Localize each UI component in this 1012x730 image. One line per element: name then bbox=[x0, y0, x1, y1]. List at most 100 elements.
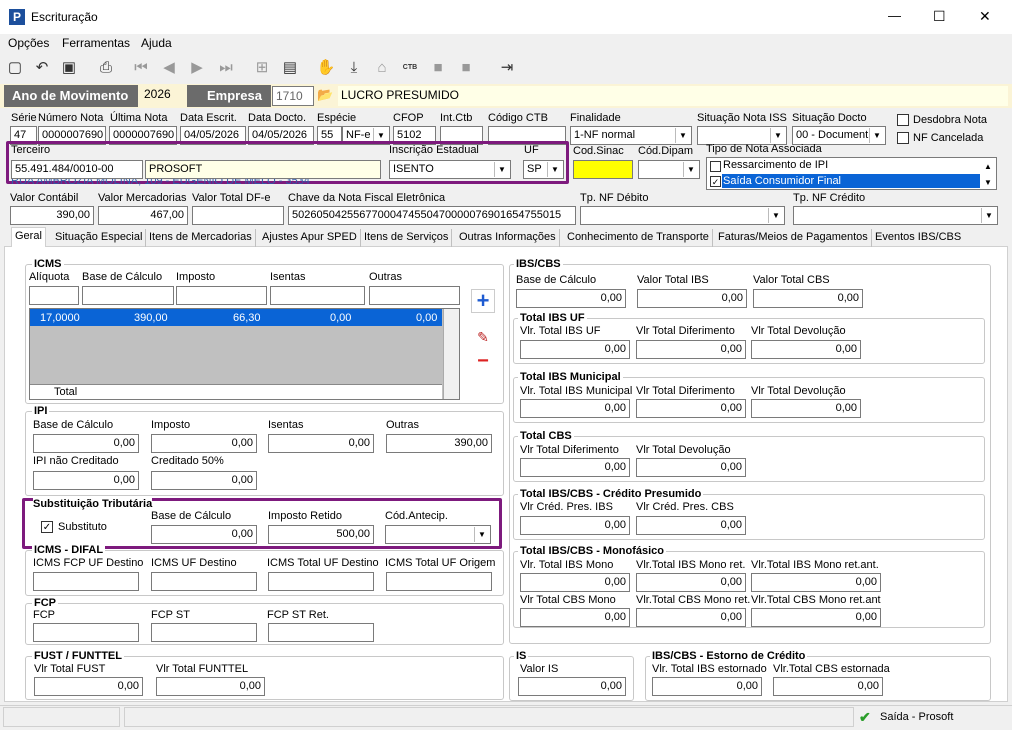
ressarcimento-checkbox[interactable] bbox=[710, 161, 721, 172]
empresa-code[interactable]: 1710 bbox=[272, 86, 314, 106]
mono-i3[interactable]: 0,00 bbox=[751, 573, 881, 592]
stop2-icon[interactable]: ■ bbox=[456, 58, 476, 78]
coddipam-select[interactable]: ▼ bbox=[638, 160, 700, 179]
fust-i1[interactable]: 0,00 bbox=[34, 677, 143, 696]
st-base-input[interactable]: 0,00 bbox=[151, 525, 257, 544]
ibs-uf-i3[interactable]: 0,00 bbox=[751, 340, 861, 359]
difal-i4[interactable] bbox=[386, 572, 492, 591]
ctb-icon[interactable]: CTB bbox=[400, 58, 420, 78]
chevron-down-icon[interactable]: ▼ bbox=[768, 208, 783, 223]
st-antecip-select[interactable]: ▼ bbox=[385, 525, 491, 544]
preview-icon[interactable]: ⎙ bbox=[96, 58, 116, 78]
difal-i2[interactable] bbox=[151, 572, 257, 591]
hand-icon[interactable]: ✋ bbox=[316, 58, 336, 78]
last-icon[interactable]: ⏭ bbox=[216, 58, 236, 78]
finalidade-select[interactable]: 1-NF normal ▼ bbox=[570, 126, 692, 145]
ibscbs-base-input[interactable]: 0,00 bbox=[516, 289, 626, 308]
uf-select[interactable]: SP ▼ bbox=[523, 160, 564, 179]
remove-icon[interactable]: − bbox=[471, 351, 495, 371]
chave-input[interactable]: 5026050425567700047455047000007690165475… bbox=[288, 206, 576, 225]
folder-icon[interactable]: 📂 bbox=[317, 87, 335, 105]
save-icon[interactable]: ▣ bbox=[59, 58, 79, 78]
pres-i2[interactable]: 0,00 bbox=[636, 516, 746, 535]
ibs-uf-i1[interactable]: 0,00 bbox=[520, 340, 630, 359]
mono-i5[interactable]: 0,00 bbox=[636, 608, 746, 627]
ipi-base-input[interactable]: 0,00 bbox=[33, 434, 139, 453]
icms-isentas-input[interactable] bbox=[270, 286, 365, 305]
ipi-outras-input[interactable]: 390,00 bbox=[386, 434, 492, 453]
tab-outras-informacoes[interactable]: Outras Informações bbox=[456, 229, 560, 247]
exit-icon[interactable]: ⇥ bbox=[497, 58, 517, 78]
chevron-down-icon[interactable]: ▼ bbox=[675, 128, 690, 143]
tab-faturas[interactable]: Faturas/Meios de Pagamentos bbox=[715, 229, 872, 247]
ibscbs-cbs-input[interactable]: 0,00 bbox=[753, 289, 863, 308]
stop-icon[interactable]: ■ bbox=[428, 58, 448, 78]
icms-base-input[interactable] bbox=[82, 286, 174, 305]
ipi-naocred-input[interactable]: 0,00 bbox=[33, 471, 139, 490]
terceiro-cnpj[interactable]: 55.491.484/0010-00 bbox=[11, 160, 143, 179]
aliquota-input[interactable] bbox=[29, 286, 79, 305]
next-icon[interactable]: ▶ bbox=[187, 58, 207, 78]
valor-dfe-input[interactable] bbox=[192, 206, 284, 225]
chevron-down-icon[interactable]: ▼ bbox=[547, 162, 562, 177]
nfcancelada-checkbox[interactable] bbox=[897, 132, 909, 144]
menu-ajuda[interactable]: Ajuda bbox=[141, 36, 172, 50]
edit-icon[interactable]: ✎ bbox=[471, 329, 495, 349]
close-button[interactable]: ✕ bbox=[979, 8, 991, 25]
tpcredito-select[interactable]: ▼ bbox=[793, 206, 998, 225]
chevron-down-icon[interactable]: ▼ bbox=[770, 128, 785, 143]
ibs-mun-i2[interactable]: 0,00 bbox=[636, 399, 746, 418]
ipi-isentas-input[interactable]: 0,00 bbox=[268, 434, 374, 453]
difal-i1[interactable] bbox=[33, 572, 139, 591]
ie-select[interactable]: ISENTO ▼ bbox=[389, 160, 511, 179]
tree-icon[interactable]: ⊞ bbox=[252, 58, 272, 78]
menu-ferramentas[interactable]: Ferramentas bbox=[62, 36, 130, 50]
saida-consumidor-checkbox[interactable]: ✓ bbox=[710, 176, 721, 187]
tpdebito-select[interactable]: ▼ bbox=[580, 206, 785, 225]
mono-i1[interactable]: 0,00 bbox=[520, 573, 630, 592]
cbs-i2[interactable]: 0,00 bbox=[636, 458, 746, 477]
add-icon[interactable]: + bbox=[471, 289, 495, 313]
tab-conhecimento-transporte[interactable]: Conhecimento de Transporte bbox=[564, 229, 713, 247]
ibscbs-ibs-input[interactable]: 0,00 bbox=[637, 289, 747, 308]
ipi-imposto-input[interactable]: 0,00 bbox=[151, 434, 257, 453]
first-icon[interactable]: ⏮ bbox=[131, 58, 151, 78]
difal-i3[interactable] bbox=[268, 572, 374, 591]
chevron-down-icon[interactable]: ▼ bbox=[474, 527, 489, 542]
import-icon[interactable]: ⤓ bbox=[344, 58, 364, 78]
house-icon[interactable]: ⌂ bbox=[372, 58, 392, 78]
valor-merc-input[interactable]: 467,00 bbox=[98, 206, 188, 225]
valor-contabil-input[interactable]: 390,00 bbox=[10, 206, 94, 225]
maximize-button[interactable]: ☐ bbox=[933, 8, 946, 25]
estorno-i2[interactable]: 0,00 bbox=[773, 677, 883, 696]
scroll-down-icon[interactable]: ▼ bbox=[984, 178, 992, 187]
ibs-uf-i2[interactable]: 0,00 bbox=[636, 340, 746, 359]
ibs-mun-i3[interactable]: 0,00 bbox=[751, 399, 861, 418]
mono-i6[interactable]: 0,00 bbox=[751, 608, 881, 627]
scroll-up-icon[interactable]: ▲ bbox=[984, 162, 992, 171]
tab-itens-servicos[interactable]: Itens de Serviços bbox=[361, 229, 453, 247]
estorno-i1[interactable]: 0,00 bbox=[652, 677, 762, 696]
menu-opcoes[interactable]: Opções bbox=[8, 36, 49, 50]
codsinac-input[interactable] bbox=[573, 160, 633, 179]
chevron-down-icon[interactable]: ▼ bbox=[981, 208, 996, 223]
icms-grid-scrollbar[interactable] bbox=[443, 309, 459, 399]
pres-i1[interactable]: 0,00 bbox=[520, 516, 630, 535]
mono-i2[interactable]: 0,00 bbox=[636, 573, 746, 592]
tab-geral[interactable]: Geral bbox=[11, 227, 46, 247]
ibs-mun-i1[interactable]: 0,00 bbox=[520, 399, 630, 418]
fust-i2[interactable]: 0,00 bbox=[156, 677, 265, 696]
ipi-cred50-input[interactable]: 0,00 bbox=[151, 471, 257, 490]
report-icon[interactable]: ▤ bbox=[280, 58, 300, 78]
chevron-down-icon[interactable]: ▼ bbox=[869, 128, 884, 143]
cbs-i1[interactable]: 0,00 bbox=[520, 458, 630, 477]
st-retido-input[interactable]: 500,00 bbox=[268, 525, 374, 544]
fcp-i1[interactable] bbox=[33, 623, 139, 642]
chevron-down-icon[interactable]: ▼ bbox=[494, 162, 509, 177]
desdobra-checkbox[interactable] bbox=[897, 114, 909, 126]
tab-itens-mercadorias[interactable]: Itens de Mercadorias bbox=[146, 229, 256, 247]
substituto-checkbox[interactable]: ✓ bbox=[41, 521, 53, 533]
undo-icon[interactable]: ↶ bbox=[32, 58, 52, 78]
ano-input[interactable]: 2026 bbox=[141, 85, 183, 107]
tab-eventos-ibscbs[interactable]: Eventos IBS/CBS bbox=[872, 229, 964, 247]
